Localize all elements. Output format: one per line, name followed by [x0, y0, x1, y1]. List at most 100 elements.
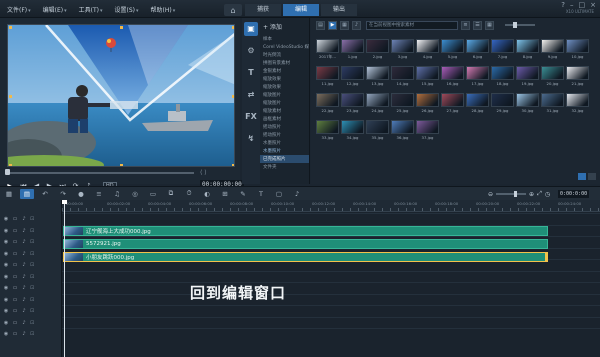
instant-project-icon[interactable]: ⚙: [244, 44, 258, 58]
media-thumbnail[interactable]: 4.jpg: [416, 39, 439, 62]
menu-item-4[interactable]: 帮助(H): [148, 3, 179, 16]
redo-icon[interactable]: ↷: [54, 190, 72, 198]
media-thumbnail[interactable]: 33.jpg: [316, 120, 339, 143]
options-icon[interactable]: [578, 173, 586, 180]
video-filter-icon[interactable]: ▶: [328, 20, 337, 30]
track-audio-icon[interactable]: ♪: [21, 239, 27, 245]
track-header[interactable]: ◉ ▭ ♪ ⊡: [0, 329, 62, 339]
media-thumbnail[interactable]: 36.jpg: [391, 120, 414, 143]
library-search[interactable]: 在当前视图中搜索素材: [366, 20, 458, 30]
track-visibility-icon[interactable]: ◉: [3, 262, 9, 268]
zoom-slider[interactable]: [496, 191, 527, 197]
fit-icon[interactable]: ⤢: [537, 190, 542, 198]
folder-item[interactable]: 缩放效果: [260, 83, 309, 91]
photo-filter-icon[interactable]: ▦: [340, 20, 349, 30]
media-thumbnail[interactable]: 13.jpg: [366, 66, 389, 89]
thumbnail-size-slider[interactable]: [505, 22, 535, 28]
scrubber-handle[interactable]: [5, 169, 10, 175]
track-visibility-icon[interactable]: ◉: [3, 216, 9, 222]
timeline-clip[interactable]: 小朋友跳跃000.jpg: [63, 252, 548, 262]
folder-item[interactable]: 文件夹: [260, 163, 309, 171]
media-thumbnail[interactable]: 23.jpg: [341, 93, 364, 116]
timeline-ruler[interactable]: 00:00:00 00:00:02:00 00:00:04:00 00:00:06:0…: [62, 200, 600, 212]
media-thumbnail[interactable]: 20.jpg: [541, 66, 564, 89]
media-thumbnail[interactable]: 21.jpg: [566, 66, 589, 89]
mixer-icon[interactable]: ≡: [90, 190, 108, 198]
list-view-icon[interactable]: ☰: [473, 20, 482, 30]
track-header[interactable]: ◉ ▭ ♪ ⊡: [0, 318, 62, 328]
track-lock-icon[interactable]: ⊡: [30, 331, 34, 337]
track-type-icon[interactable]: ▭: [12, 216, 18, 222]
media-thumbnail[interactable]: 19.jpg: [516, 66, 539, 89]
trim-markers[interactable]: ⟨ ⟩: [200, 169, 207, 176]
track-type-icon[interactable]: ▭: [12, 297, 18, 303]
path-icon[interactable]: ↯: [244, 132, 258, 146]
multicam-icon[interactable]: ⧉: [162, 189, 180, 198]
track-header[interactable]: ◉ ▭ ♪ ⊡: [0, 306, 62, 316]
3d-title-icon[interactable]: T: [252, 190, 270, 198]
storyboard-view-icon[interactable]: ▦: [0, 190, 18, 198]
folder-item[interactable]: 水墨照片: [260, 139, 309, 147]
home-button[interactable]: ⌂: [224, 4, 242, 16]
track-audio-icon[interactable]: ♪: [21, 297, 27, 303]
menu-item-1[interactable]: 编辑(E): [40, 3, 70, 16]
folder-item[interactable]: Corel VideoStudio 媒体: [260, 43, 309, 51]
audio-icon[interactable]: ♪: [288, 190, 306, 198]
timeline-clip[interactable]: 辽宁舰海上大成功000.jpg: [63, 226, 548, 236]
track-visibility-icon[interactable]: ◉: [3, 308, 9, 314]
track-audio-icon[interactable]: ♪: [21, 216, 27, 222]
track-visibility-icon[interactable]: ◉: [3, 274, 9, 280]
media-thumbnail[interactable]: 29.jpg: [491, 93, 514, 116]
track-visibility-icon[interactable]: ◉: [3, 228, 9, 234]
close-icon[interactable]: ×: [590, 1, 596, 9]
track-lock-icon[interactable]: ⊡: [30, 251, 34, 257]
media-thumbnail[interactable]: 31.jpg: [541, 93, 564, 116]
folder-item[interactable]: 时光倒流: [260, 51, 309, 59]
preview-scrubber[interactable]: [6, 172, 194, 174]
split-screen-icon[interactable]: ⊞: [216, 190, 234, 198]
menu-item-2[interactable]: 工具(T): [76, 3, 106, 16]
track-visibility-icon[interactable]: ◉: [3, 251, 9, 257]
time-remap-icon[interactable]: ⏱: [180, 189, 198, 198]
track-lock-icon[interactable]: ⊡: [30, 216, 34, 222]
help-icon[interactable]: ?: [561, 1, 565, 9]
minimize-icon[interactable]: –: [570, 1, 574, 9]
media-thumbnail[interactable]: 3.jpg: [391, 39, 414, 62]
media-thumbnail[interactable]: 8.jpg: [516, 39, 539, 62]
grid-view-icon[interactable]: ▦: [485, 20, 494, 30]
media-thumbnail[interactable]: 2017年...: [316, 39, 339, 62]
media-thumbnail[interactable]: 17.jpg: [466, 66, 489, 89]
folder-item[interactable]: 拼图背景素材: [260, 59, 309, 67]
tab-2[interactable]: 输出: [321, 4, 357, 16]
undo-icon[interactable]: ↶: [36, 190, 54, 198]
add-folder-button[interactable]: + 添加: [260, 18, 309, 35]
media-thumbnail[interactable]: 35.jpg: [366, 120, 389, 143]
audio-filter-icon[interactable]: ♪: [352, 20, 361, 30]
track-header[interactable]: ◉ ▭ ♪ ⊡: [0, 214, 62, 224]
folder-item[interactable]: 缩放图片: [260, 99, 309, 107]
timeline-view-icon[interactable]: ▤: [20, 188, 34, 199]
track-type-icon[interactable]: ▭: [12, 274, 18, 280]
mask-icon[interactable]: ◐: [198, 190, 216, 198]
media-thumbnail[interactable]: 2.jpg: [366, 39, 389, 62]
track-visibility-icon[interactable]: ◉: [3, 297, 9, 303]
folder-item[interactable]: 水墨照片: [260, 147, 309, 155]
folder-item[interactable]: 缩放素材: [260, 107, 309, 115]
track-visibility-icon[interactable]: ◉: [3, 285, 9, 291]
motion-track-icon[interactable]: ◎: [126, 190, 144, 198]
track-lock-icon[interactable]: ⊡: [30, 285, 34, 291]
media-thumbnail[interactable]: 11.jpg: [316, 66, 339, 89]
media-thumbnail[interactable]: 9.jpg: [541, 39, 564, 62]
media-thumbnail[interactable]: 27.jpg: [441, 93, 464, 116]
media-thumbnail[interactable]: 6.jpg: [466, 39, 489, 62]
track-lock-icon[interactable]: ⊡: [30, 239, 34, 245]
timeline-clip[interactable]: 5572921.jpg: [63, 239, 548, 249]
track-visibility-icon[interactable]: ◉: [3, 331, 9, 337]
track-header[interactable]: ◉ ▭ ♪ ⊡: [0, 283, 62, 293]
media-thumbnail[interactable]: 10.jpg: [566, 39, 589, 62]
track-type-icon[interactable]: ▭: [12, 320, 18, 326]
track-type-icon[interactable]: ▭: [12, 331, 18, 337]
track-audio-icon[interactable]: ♪: [21, 320, 27, 326]
track-header[interactable]: ◉ ▭ ♪ ⊡: [0, 249, 62, 259]
track-audio-icon[interactable]: ♪: [21, 262, 27, 268]
